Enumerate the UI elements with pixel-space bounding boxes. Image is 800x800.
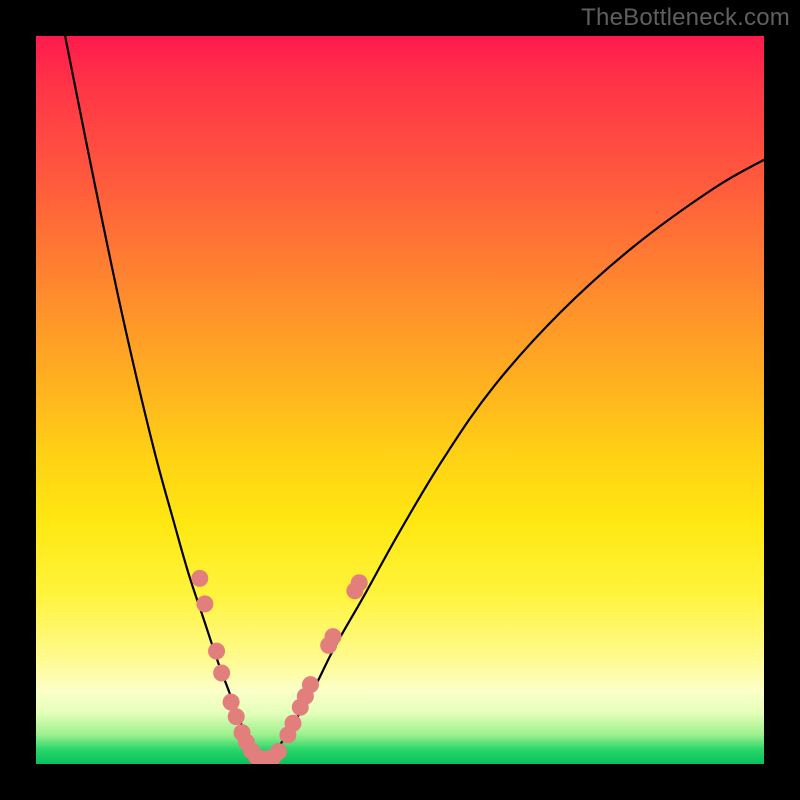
data-marker: [191, 570, 208, 587]
marker-group: [191, 570, 367, 764]
data-marker: [196, 595, 213, 612]
data-marker: [284, 715, 301, 732]
data-marker: [325, 628, 342, 645]
left-curve: [65, 36, 262, 758]
curve-svg: [36, 36, 764, 764]
chart-container: TheBottleneck.com: [0, 0, 800, 800]
right-curve: [262, 160, 764, 758]
data-marker: [270, 743, 287, 760]
data-marker: [213, 665, 230, 682]
data-marker: [208, 643, 225, 660]
data-marker: [302, 676, 319, 693]
data-marker: [351, 574, 368, 591]
watermark-text: TheBottleneck.com: [581, 4, 790, 32]
data-marker: [228, 708, 245, 725]
data-marker: [223, 694, 240, 711]
plot-area: [36, 36, 764, 764]
